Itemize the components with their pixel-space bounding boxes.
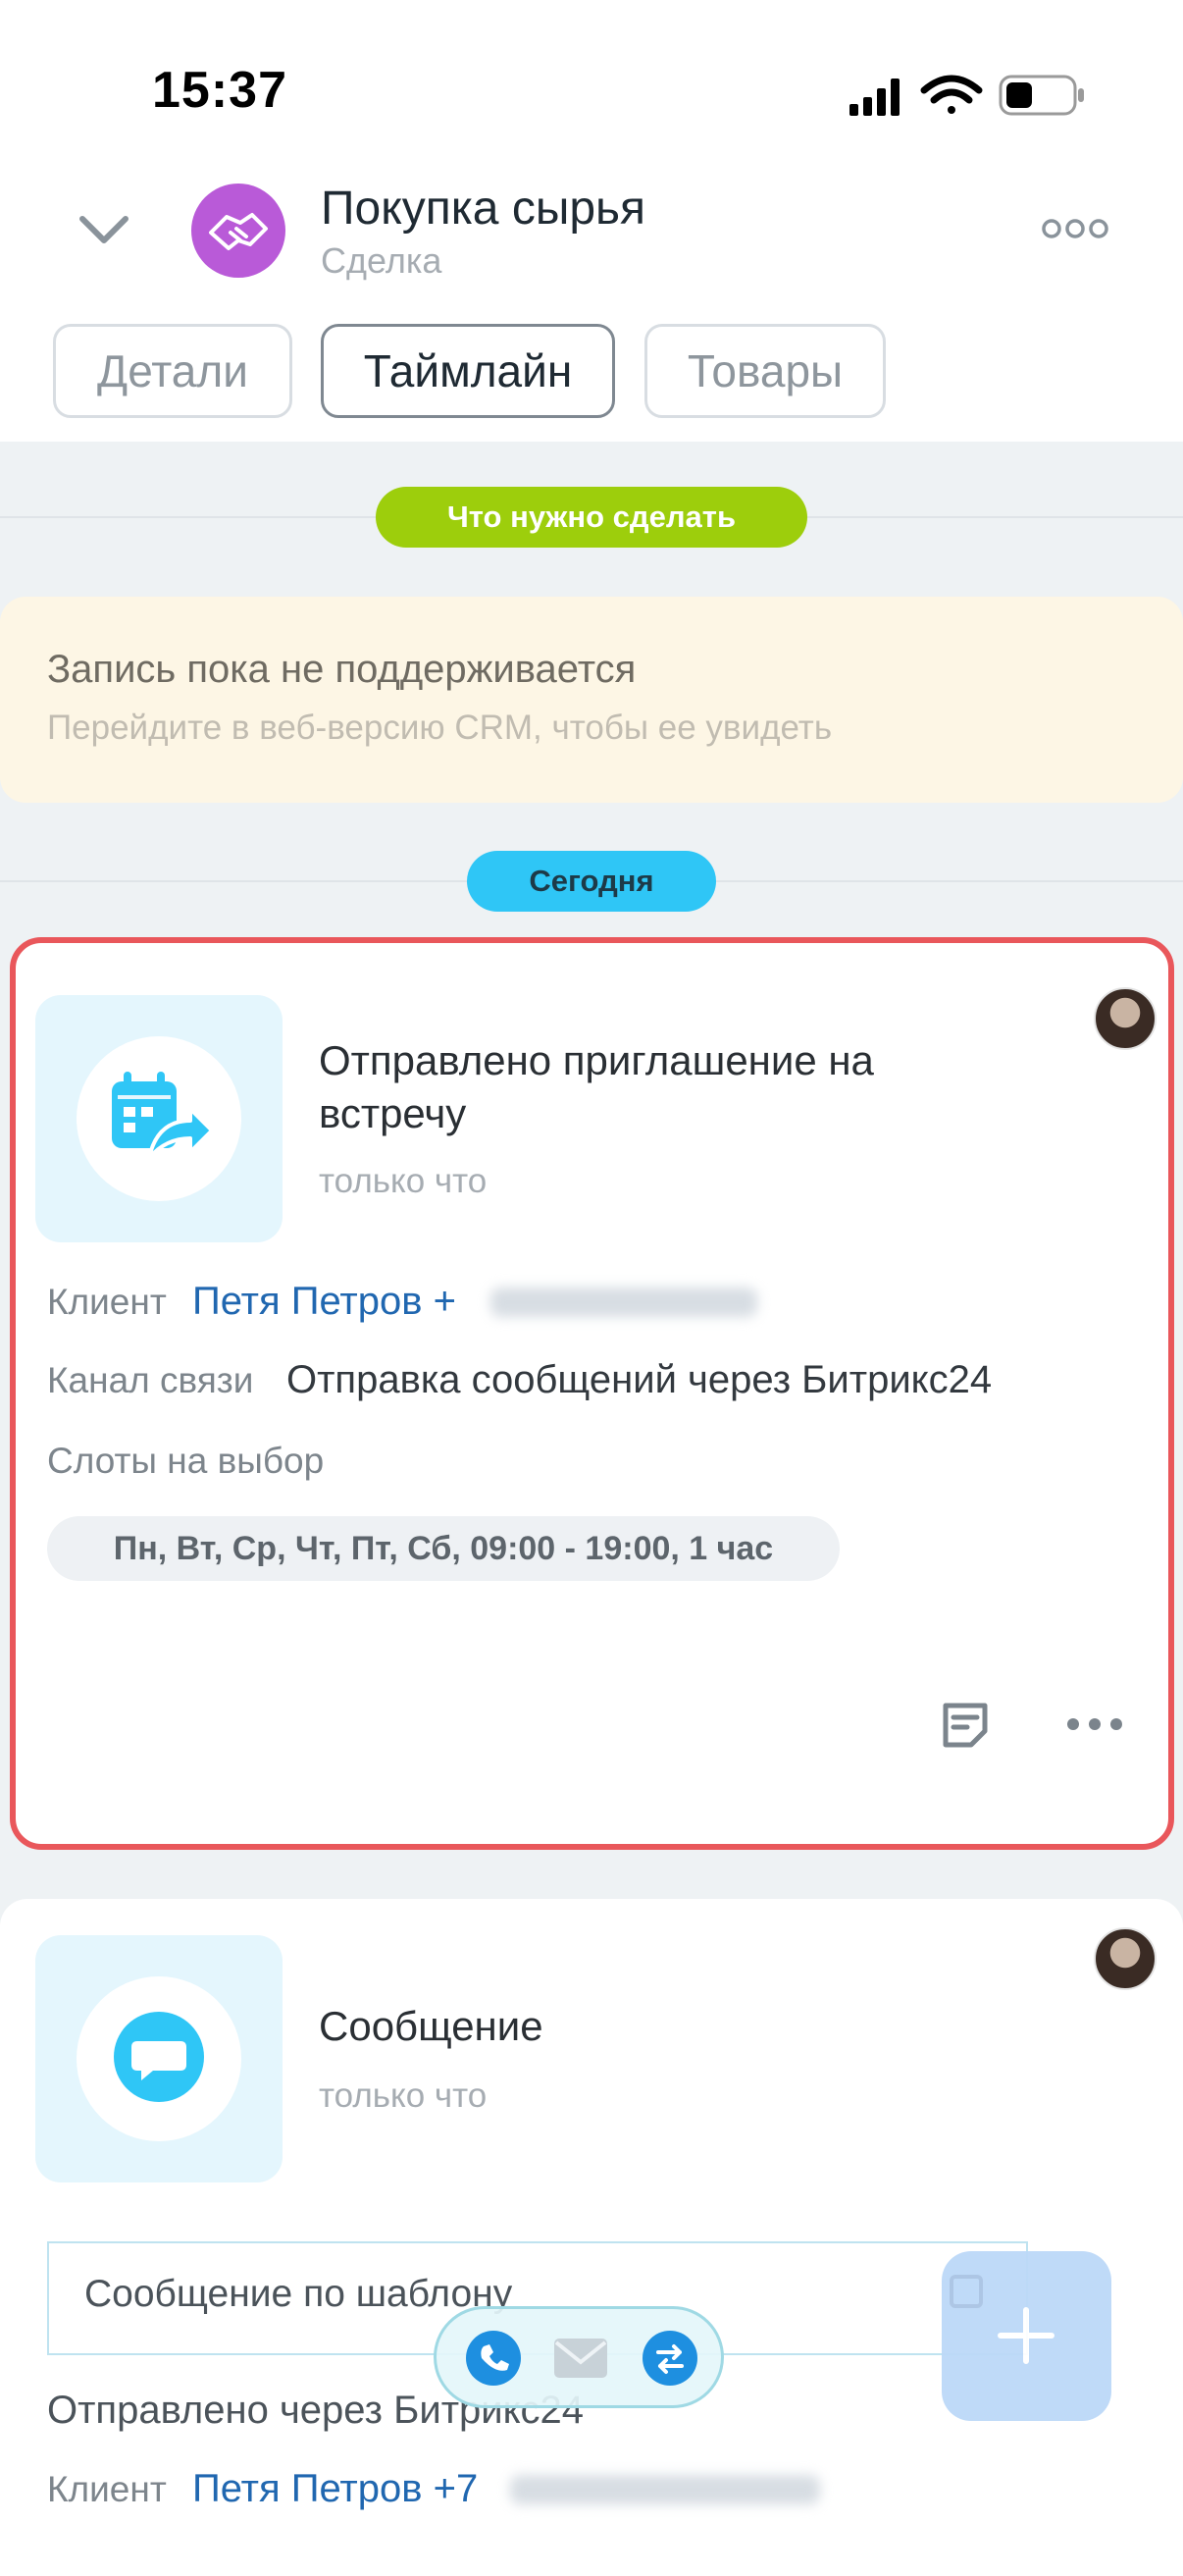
user-avatar[interactable] bbox=[1094, 987, 1157, 1050]
status-time: 15:37 bbox=[152, 62, 287, 119]
chevron-down-icon[interactable] bbox=[75, 201, 133, 260]
invitation-title: Отправлено приглашение на встречу bbox=[319, 1037, 874, 1136]
tab-details[interactable]: Детали bbox=[53, 324, 292, 418]
slots-label: Слоты на выбор bbox=[47, 1441, 325, 1481]
tab-products[interactable]: Товары bbox=[644, 324, 886, 418]
blurred-phone-2 bbox=[510, 2475, 820, 2504]
client-label-2: Клиент bbox=[47, 2469, 167, 2509]
add-button[interactable] bbox=[942, 2251, 1111, 2421]
note-icon[interactable] bbox=[938, 1698, 993, 1753]
unsupported-banner bbox=[0, 597, 1183, 803]
phone-icon[interactable] bbox=[466, 2331, 521, 2386]
client-link[interactable]: Петя Петров + bbox=[192, 1280, 456, 1324]
communication-bar bbox=[434, 2306, 724, 2408]
cellular-signal-icon bbox=[849, 79, 900, 116]
todo-pill: Что нужно сделать bbox=[376, 487, 807, 548]
channel-value: Отправка сообщений через Битрикс24 bbox=[286, 1358, 993, 1401]
invitation-time: только что bbox=[319, 1162, 488, 1200]
blurred-phone bbox=[490, 1288, 757, 1317]
deal-avatar bbox=[191, 184, 285, 278]
message-icon-tile bbox=[35, 1935, 283, 2182]
message-title: Сообщение bbox=[319, 2003, 543, 2049]
more-actions-icon[interactable] bbox=[1065, 1712, 1124, 1736]
mail-icon[interactable] bbox=[552, 2337, 609, 2380]
battery-icon bbox=[999, 75, 1084, 116]
plus-icon bbox=[950, 2275, 1054, 2364]
wifi-icon bbox=[920, 75, 983, 114]
banner-title: Запись пока не поддерживается bbox=[47, 648, 637, 691]
chat-bubble-icon bbox=[114, 2012, 204, 2102]
status-icons bbox=[849, 75, 1084, 116]
more-options-icon[interactable] bbox=[1040, 214, 1110, 243]
client-label: Клиент bbox=[47, 1282, 167, 1322]
slots-chip: Пн, Вт, Ср, Чт, Пт, Сб, 09:00 - 19:00, 1… bbox=[47, 1516, 840, 1581]
message-time: только что bbox=[319, 2077, 488, 2115]
invitation-icon-tile bbox=[35, 995, 283, 1242]
deal-subtitle: Сделка bbox=[321, 240, 442, 281]
tab-timeline[interactable]: Таймлайн bbox=[321, 324, 615, 418]
channel-label: Канал связи bbox=[47, 1360, 254, 1400]
calendar-share-icon bbox=[112, 1072, 214, 1160]
handshake-icon bbox=[209, 213, 268, 250]
user-avatar[interactable] bbox=[1094, 1927, 1157, 1990]
sms-transfer-icon[interactable] bbox=[643, 2331, 697, 2386]
banner-subtitle: Перейдите в веб-версию CRM, чтобы ее уви… bbox=[47, 709, 833, 747]
client-link-2[interactable]: Петя Петров +7 bbox=[192, 2467, 478, 2511]
deal-title: Покупка сырья bbox=[321, 183, 646, 235]
today-pill: Сегодня bbox=[467, 851, 716, 912]
template-message-text: Сообщение по шаблону bbox=[84, 2273, 513, 2315]
